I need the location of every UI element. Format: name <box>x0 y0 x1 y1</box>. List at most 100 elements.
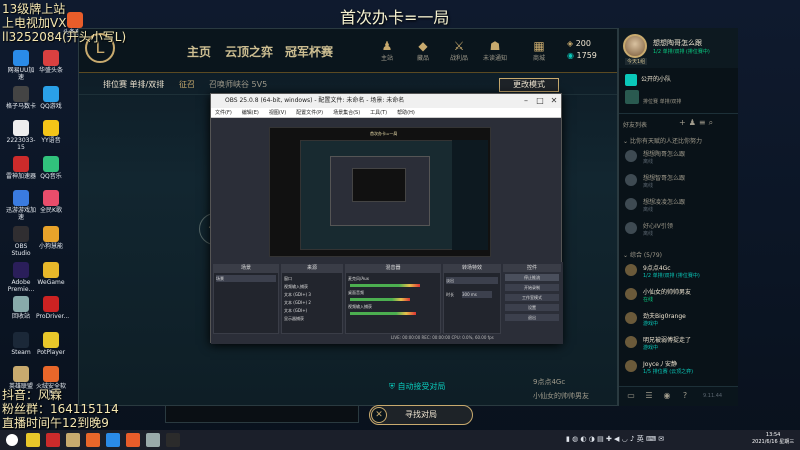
friend-item[interactable]: 明兄被弱傅捉走了 游戏中 <box>619 334 737 356</box>
obs-preview[interactable]: 首次办卡=一局 <box>269 127 491 257</box>
taskbar-app-icon[interactable] <box>166 433 180 447</box>
desktop-icon[interactable]: WeGame <box>36 262 66 286</box>
close-icon[interactable]: ✕ <box>547 94 561 108</box>
top-icon-label: 未读通知 <box>483 55 508 62</box>
obs-menu-item[interactable]: 场景集合(S) <box>333 110 360 116</box>
user-icon[interactable]: ♟ <box>689 118 699 127</box>
party-card[interactable]: 公开的小队 排位赛 单排/双排 <box>619 70 738 114</box>
voice-icon[interactable]: ◉ <box>661 391 673 401</box>
taskbar-app-icon[interactable] <box>106 433 120 447</box>
obs-control-button[interactable]: 停止推流 <box>505 274 559 281</box>
antivirus-icon[interactable]: ✚ <box>606 435 614 443</box>
friend-item[interactable]: 想想凌凌怎么跟 离线 <box>619 196 737 218</box>
help-icon[interactable]: ? <box>679 391 691 401</box>
obs-menu-item[interactable]: 工具(T) <box>370 110 387 116</box>
mission-icon[interactable]: ☰ <box>643 391 655 401</box>
cancel-search-icon[interactable]: ✕ <box>371 407 387 423</box>
source-item[interactable]: 窗口 <box>284 275 340 282</box>
friend-item[interactable]: 劲夫Big0range 游戏中 <box>619 310 737 332</box>
source-item[interactable]: 文本 (GDI+) 2 <box>284 299 340 306</box>
wechat-icon[interactable]: ◐ <box>580 435 588 443</box>
start-icon[interactable] <box>6 434 18 446</box>
obs-menu-item[interactable]: 帮助(H) <box>397 110 415 116</box>
friend-item[interactable]: 想想陶哥怎么跟 离线 <box>619 148 737 170</box>
desktop-icon[interactable]: ProDriver... <box>36 296 69 320</box>
obs-control-button[interactable]: 开始录制 <box>505 284 559 291</box>
friend-item[interactable]: Joyce丿安静 1/5 排位赛 (云顶之弈) <box>619 358 737 380</box>
friend-item[interactable]: 好心IV引领 离线 <box>619 220 737 242</box>
maximize-icon[interactable]: □ <box>533 94 547 108</box>
store-icon-btn[interactable]: ▦ 商城 <box>527 39 551 62</box>
friend-group[interactable]: ⌄ 比你有天赋的人还比你努力 <box>623 136 702 145</box>
desktop-icon[interactable]: QQ音乐 <box>36 156 66 180</box>
desktop-icon[interactable]: Adobe Premie... <box>6 262 36 293</box>
scene-item[interactable]: 场景 <box>216 275 276 282</box>
list-icon[interactable]: ≡ <box>699 118 709 127</box>
desktop-icon[interactable]: 迅游游戏加速 <box>6 190 36 221</box>
folder-icon[interactable]: ▤ <box>597 435 606 443</box>
add-friend-icon[interactable]: + <box>679 118 689 127</box>
source-item[interactable]: 文本 (GDI+) <box>284 307 340 314</box>
friend-group[interactable]: ⌄ 综合 (5/79) <box>623 250 662 259</box>
notification-icon-btn[interactable]: ☗ 未读通知 <box>483 39 507 62</box>
obs-control-button[interactable]: 工作室模式 <box>505 294 559 301</box>
keyboard-icon[interactable]: ⌨ <box>646 435 658 443</box>
friend-item[interactable]: 想想智哥怎么跟 离线 <box>619 172 737 194</box>
speaker-icon[interactable]: ♪ <box>630 435 637 443</box>
clock[interactable]: 13:54 2021/6/16 星期三 <box>752 432 794 446</box>
profile-icon-btn[interactable]: ♟ 主站 <box>375 39 399 62</box>
taskbar-app-icon[interactable] <box>26 433 40 447</box>
collection-icon-btn[interactable]: ◆ 藏品 <box>411 39 435 62</box>
obs-control-button[interactable]: 设置 <box>505 304 559 311</box>
desktop-icon[interactable]: 回收站 <box>6 296 36 320</box>
search-icon[interactable]: ⌕ <box>709 118 716 127</box>
nav-tft[interactable]: 云顶之弈 <box>225 43 273 60</box>
desktop-icon[interactable]: 华盛头条 <box>36 50 66 74</box>
desktop-icon[interactable]: 格子马数卡 <box>6 86 36 110</box>
obs-menu-item[interactable]: 配置文件(P) <box>296 110 323 116</box>
qq-icon[interactable]: ◑ <box>589 435 597 443</box>
volume-icon[interactable]: ◀ <box>614 435 622 443</box>
desktop-icon[interactable]: Steam <box>6 332 36 356</box>
taskbar-app-icon[interactable] <box>146 433 160 447</box>
desktop-icon[interactable]: 全民K歌 <box>36 190 66 214</box>
change-mode-button[interactable]: 更改模式 <box>499 78 559 92</box>
chat-input[interactable] <box>165 405 359 423</box>
nav-clash[interactable]: 冠军杯赛 <box>285 43 333 60</box>
desktop-icon[interactable]: 网易UU加速 <box>6 50 36 81</box>
obs-menu-item[interactable]: 视图(V) <box>269 110 286 116</box>
friend-item[interactable]: 小仙女的帅帅男友 在线 <box>619 286 737 308</box>
taskbar-app-icon[interactable] <box>86 433 100 447</box>
mixer-label: 视频输入捕获 <box>348 304 372 309</box>
friend-item[interactable]: 9点点4Gc 1/2 单排/双排 (排位赛中) <box>619 262 737 284</box>
desktop-icon[interactable]: 小狗慧能 <box>36 226 66 250</box>
desktop-icon[interactable]: 2223033-15 <box>6 120 36 151</box>
obs-control-button[interactable]: 退出 <box>505 314 559 321</box>
obs-menu-item[interactable]: 编辑(E) <box>242 110 259 116</box>
desktop-icon[interactable]: OBS Studio <box>6 226 36 257</box>
desktop-icon[interactable]: PotPlayer <box>36 332 66 356</box>
profile-card[interactable]: 想想陶哥怎么跟 1/2 单排/双排 (排位赛中) 今天1组 <box>619 28 738 68</box>
nav-home[interactable]: 主页 <box>187 43 211 60</box>
desktop-icon[interactable]: 雷神加速器 <box>6 156 36 180</box>
desktop-icon[interactable]: YY语音 <box>36 120 66 144</box>
transition-select[interactable]: 淡出 <box>446 277 498 284</box>
loot-icon-btn[interactable]: ⚔ 战利品 <box>447 39 471 62</box>
source-item[interactable]: 文本 (GDI+) 3 <box>284 291 340 298</box>
source-item[interactable]: 视频输入捕获 <box>284 283 340 290</box>
wifi-icon[interactable]: ◡ <box>622 435 630 443</box>
mail-icon[interactable]: ✉ <box>658 435 664 443</box>
ime-icon[interactable]: 英 <box>637 435 646 443</box>
chat-icon[interactable]: ▭ <box>625 391 637 401</box>
party-member-icon <box>625 90 639 104</box>
duration-input[interactable]: 300 ms <box>462 291 492 298</box>
taskbar-app-icon[interactable] <box>46 433 60 447</box>
desktop-icon[interactable]: QQ游戏 <box>36 86 66 110</box>
taskbar-app-icon[interactable] <box>66 433 80 447</box>
desktop-icon[interactable]: 英雄联盟 <box>6 366 36 390</box>
source-item[interactable]: 显示器捕获 <box>284 315 340 322</box>
taskbar-app-icon[interactable] <box>126 433 140 447</box>
auto-accept-toggle[interactable]: ⛨ 自动接受对局 <box>389 381 446 392</box>
minimize-icon[interactable]: – <box>519 94 533 108</box>
obs-menu-item[interactable]: 文件(F) <box>215 110 232 116</box>
